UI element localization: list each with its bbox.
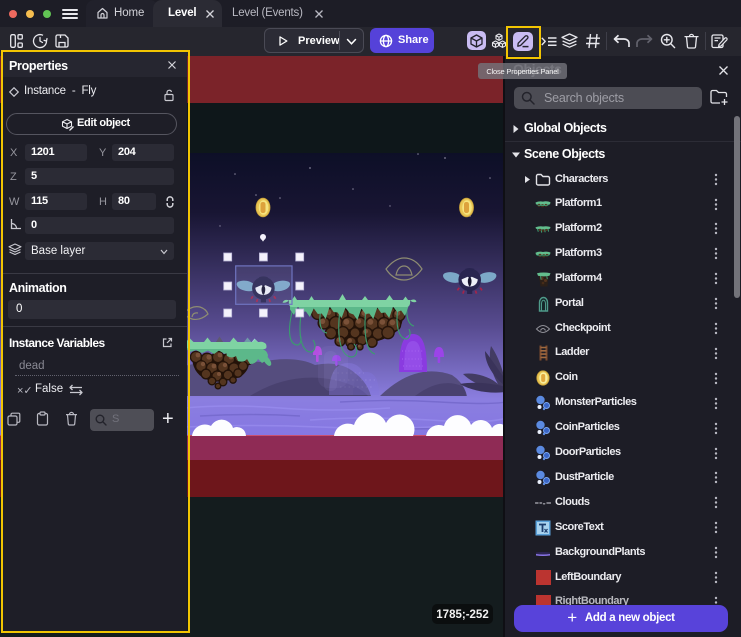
svg-text:1785;-252: 1785;-252: [436, 609, 488, 621]
